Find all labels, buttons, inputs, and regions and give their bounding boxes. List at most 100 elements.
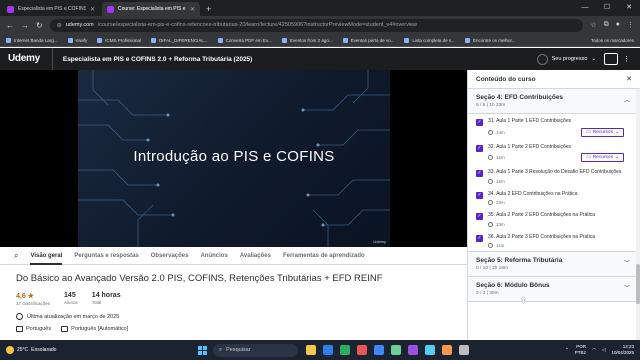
close-window-icon[interactable]: ✕	[618, 0, 640, 16]
lesson-checkbox[interactable]: ✓	[476, 170, 483, 177]
bookmark-star-icon[interactable]: ☆	[590, 21, 596, 29]
search-icon[interactable]: ⌕	[14, 247, 18, 265]
last-updated-text: Última atualização em março de 2025	[27, 313, 120, 320]
whatsapp-icon[interactable]	[391, 345, 401, 355]
tab-announcements[interactable]: Anúncios	[200, 247, 227, 265]
lesson-title: 35. Aula 2 Parte 2 EFD Contribuições na …	[488, 212, 596, 218]
course-title[interactable]: Especialista em PIS e COFINS 2.0 + Refor…	[63, 56, 252, 63]
tab-learning-tools[interactable]: Ferramentas de aprendizado	[283, 247, 365, 265]
tray-chevron-icon[interactable]: ⌃	[565, 347, 569, 353]
section-header[interactable]: Seção 6: Módulo Bônus 2 / 2 | 30m ﹀	[468, 277, 640, 302]
resources-button[interactable]: ▭ Recursos ⌄	[581, 153, 624, 162]
section-header[interactable]: Seção 5: Reforma Tributária 0 / 10 | 3h …	[468, 251, 640, 277]
clock[interactable]: 13:23 10/04/2025	[611, 344, 634, 356]
lesson-checkbox[interactable]: ✓	[476, 144, 483, 152]
weather-widget[interactable]: 25°C Ensolarado	[0, 346, 150, 354]
teams-icon[interactable]	[408, 345, 418, 355]
resources-button[interactable]: ▭ Recursos ⌄	[581, 127, 624, 137]
speaker-icon[interactable]: ◁	[602, 347, 605, 353]
url-field[interactable]: ⊜ udemy.com/course/especialista-em-pis-e…	[49, 18, 584, 32]
minimize-icon[interactable]: —	[574, 0, 596, 16]
play-circle-icon	[488, 200, 493, 205]
video-player[interactable]: Introdução ao PIS e COFINS Udemy	[78, 70, 390, 247]
progress-button[interactable]: Seu progresso ⌄	[536, 48, 596, 70]
close-tab-icon[interactable]: ✕	[190, 6, 195, 13]
course-stats: 4,6 ★ 37 classificações 145 Alunos 14 ho…	[16, 292, 461, 306]
new-tab-icon[interactable]: +	[206, 2, 211, 16]
scrollbar-thumb[interactable]	[636, 264, 640, 304]
lesson-checkbox[interactable]: ✓	[476, 119, 483, 126]
lesson-item[interactable]: ✓ 35. Aula 2 Parte 2 EFD Contribuições n…	[468, 208, 640, 230]
app-icon[interactable]	[459, 345, 469, 355]
reload-icon[interactable]: ↻	[36, 21, 43, 30]
profile-icon[interactable]: ●	[616, 21, 620, 29]
app-icon[interactable]	[442, 345, 452, 355]
lesson-item[interactable]: ✓ 31. Aula 1 Parte 1 EFD Contribuições 1…	[468, 114, 640, 140]
bookmark-item[interactable]: Lista completa de s...	[404, 37, 455, 43]
language-item: Português	[16, 326, 51, 332]
chevron-up-icon: ︿	[623, 98, 630, 104]
captions-item: Português [Automático]	[61, 326, 128, 332]
wifi-icon[interactable]: ◠	[592, 347, 596, 353]
section-header[interactable]: Seção 4: EFD Contribuições 6 / 6 | 1h 33…	[468, 89, 640, 114]
site-info-icon[interactable]: ⊜	[57, 22, 62, 29]
weather-temp: 25°C	[17, 347, 29, 353]
bookmark-favicon-icon	[6, 37, 11, 43]
tab-overview[interactable]: Visão geral	[30, 247, 63, 265]
taskbar-search[interactable]: ⌕ Pesquisar	[213, 343, 298, 357]
lesson-checkbox[interactable]: ✓	[476, 191, 483, 199]
lesson-checkbox[interactable]: ✓	[476, 213, 483, 220]
more-options-icon[interactable]: ⋮	[623, 55, 630, 63]
sidebar-title: Conteúdo do curso	[476, 75, 536, 83]
language-indicator[interactable]: POR PTB2	[575, 344, 586, 356]
maximize-icon[interactable]: ☐	[596, 0, 618, 16]
file-explorer-icon[interactable]	[306, 345, 316, 355]
bookmarks-bar: Internet Banda Larg... Kiwify ICMS Profi…	[0, 34, 640, 47]
excel-icon[interactable]	[340, 345, 350, 355]
lesson-checkbox[interactable]: ✓	[476, 234, 483, 242]
lesson-meta: 23m	[488, 200, 632, 205]
lesson-duration: 15m	[488, 178, 505, 184]
close-sidebar-icon[interactable]: ✕	[626, 75, 632, 83]
lesson-meta: 13m	[488, 221, 632, 227]
tab-reviews[interactable]: Avaliações	[240, 247, 271, 265]
bookmark-item[interactable]: Kiwify	[67, 37, 87, 43]
tab-notes[interactable]: Observações	[151, 247, 189, 265]
lesson-item[interactable]: ✓ 36. Aula 2 Parte 3 EFD Contribuições n…	[468, 230, 640, 252]
lesson-item[interactable]: ✓ 33. Aula 1 Parte 3 Resolução do Desafi…	[468, 165, 640, 187]
pdf-app-icon[interactable]	[357, 345, 367, 355]
sidebar-scrollbar[interactable]	[636, 89, 640, 340]
lesson-title: 34. Aula 2 EFD Contribuições na Prática	[488, 190, 578, 197]
chevron-down-icon: ⌄	[614, 155, 619, 160]
windows-start-icon[interactable]	[198, 345, 207, 355]
all-bookmarks-link[interactable]: Todos os marcadores	[591, 34, 634, 47]
browser-tab[interactable]: Especialista em PIS e COFINS 2 ✕	[2, 2, 100, 16]
bookmark-item[interactable]: ICMS Profissional	[97, 37, 141, 43]
lesson-meta: 14m ▭ Recursos ⌄	[488, 127, 632, 137]
extensions-icon[interactable]: ⧉	[604, 21, 609, 29]
bookmark-item[interactable]: Encontre os melhor...	[464, 37, 515, 43]
share-icon[interactable]	[604, 53, 618, 65]
close-tab-icon[interactable]: ✕	[90, 6, 95, 13]
language-row: Português Português [Automático]	[16, 326, 461, 332]
lesson-item[interactable]: ✓ 34. Aula 2 EFD Contribuições na Prátic…	[468, 187, 640, 209]
back-icon[interactable]: ←	[6, 21, 14, 30]
bookmark-item[interactable]: Converta PDF em Ex...	[217, 37, 272, 43]
browser-menu-icon[interactable]: ⋮	[627, 21, 634, 29]
outlook-icon[interactable]	[323, 345, 333, 355]
lesson-item[interactable]: ✓ 32. Aula 1 Parte 2 EFD Contribuições 1…	[468, 140, 640, 166]
bookmark-favicon-icon	[464, 37, 470, 43]
chevron-down-icon: ⌄	[614, 129, 619, 135]
chrome-icon[interactable]	[374, 345, 384, 355]
udemy-logo[interactable]: Udemy	[8, 48, 53, 70]
forward-icon[interactable]: →	[21, 21, 29, 30]
browser-tab-active[interactable]: Course: Especialista em PIS e C ✕	[102, 2, 200, 16]
tab-qa[interactable]: Perguntas e respostas	[74, 247, 138, 265]
bookmark-item[interactable]: Eventos perto de vo...	[342, 37, 394, 43]
students-value: 145	[64, 292, 76, 299]
last-updated-row: Última atualização em março de 2025	[16, 313, 461, 320]
bookmark-item[interactable]: Eventos from 2 ago...	[281, 37, 333, 43]
bookmark-item[interactable]: DIFAL_DIFERENCIAL...	[151, 37, 208, 43]
bookmark-item[interactable]: Internet Banda Larg...	[6, 37, 58, 43]
edge-icon[interactable]	[425, 345, 435, 355]
